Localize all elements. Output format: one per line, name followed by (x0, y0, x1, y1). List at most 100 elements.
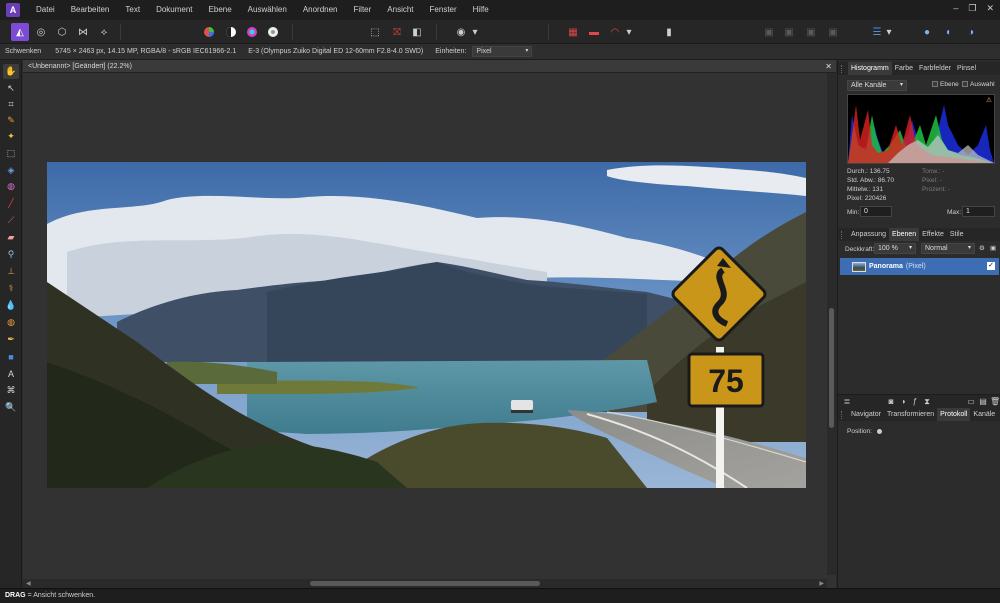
close-window-button[interactable]: ✕ (986, 3, 994, 14)
auto-levels-icon[interactable] (200, 23, 218, 41)
quick-mask-icon[interactable]: ◉ (452, 23, 470, 41)
delete-layer-icon[interactable]: 🗑 (990, 397, 1000, 407)
close-document-icon[interactable]: ✕ (825, 60, 832, 73)
snapping-dropdown-icon[interactable]: ▾ (624, 23, 634, 41)
history-position-slider[interactable] (876, 428, 882, 434)
develop-persona-icon[interactable]: ⬡ (53, 23, 71, 41)
horizontal-scroll-thumb[interactable] (310, 581, 540, 586)
flood-fill-tool-icon[interactable]: ◈ (3, 163, 19, 178)
tone-mapping-persona-icon[interactable]: ⋈ (74, 23, 92, 41)
zoom-tool-icon[interactable]: 🔍 (3, 400, 19, 415)
live-filter-icon[interactable]: ⧗ (922, 397, 932, 407)
tab-farbe[interactable]: Farbe (892, 62, 916, 75)
liquify-persona-icon[interactable]: ◎ (32, 23, 50, 41)
marquee-selection-icon[interactable]: ⬚ (366, 23, 384, 41)
paint-brush-tool-icon[interactable]: ╱ (3, 196, 19, 211)
quick-mask-dropdown-icon[interactable]: ▾ (470, 23, 480, 41)
menu-fenster[interactable]: Fenster (422, 0, 465, 20)
menu-datei[interactable]: Datei (28, 0, 63, 20)
layer-row-panorama[interactable]: Panorama (Pixel) ✓ (840, 258, 999, 275)
min-input[interactable]: 0 (860, 206, 892, 217)
channel-select[interactable]: Alle Kanäle (847, 80, 907, 91)
tab-protokoll[interactable]: Protokoll (937, 408, 971, 421)
erase-tool-icon[interactable]: ▰ (3, 230, 19, 245)
max-input[interactable]: 1 (962, 206, 995, 217)
new-group-icon[interactable]: ▭ (966, 397, 976, 407)
magnet-icon[interactable]: ◠ (606, 23, 624, 41)
horizontal-scrollbar[interactable]: ◀ ▶ (23, 579, 827, 588)
effects-icon[interactable]: ƒ (910, 397, 920, 407)
auto-colors-icon[interactable] (243, 23, 261, 41)
text-tool-icon[interactable]: A (3, 366, 19, 381)
rectangular-marquee-tool-icon[interactable]: ⬚ (3, 146, 19, 161)
tab-transformieren[interactable]: Transformieren (884, 408, 937, 421)
mask-layer-icon[interactable]: ◙ (886, 397, 896, 407)
assistant-icon[interactable]: ▦ (564, 23, 582, 41)
arrange-back-icon[interactable]: ▣ (760, 23, 778, 41)
export-persona-icon[interactable]: ⟡ (95, 23, 113, 41)
vertical-scrollbar[interactable] (827, 73, 836, 575)
restore-button[interactable]: ❐ (968, 3, 976, 14)
crop-tool-icon[interactable]: ⌗ (3, 97, 19, 112)
menu-text[interactable]: Text (117, 0, 148, 20)
layer-visibility-checkbox[interactable]: ✓ (987, 262, 995, 270)
tab-farbfelder[interactable]: Farbfelder (916, 62, 954, 75)
tab-anpassung[interactable]: Anpassung (848, 228, 889, 241)
menu-filter[interactable]: Filter (346, 0, 380, 20)
auto-white-balance-icon[interactable] (264, 23, 282, 41)
color-picker-tool-icon[interactable]: ✎ (3, 113, 19, 128)
tab-kanaele[interactable]: Kanäle (970, 408, 998, 421)
blend-mode-select[interactable]: Normal (921, 243, 975, 254)
color-replacement-tool-icon[interactable]: ⟋ (3, 213, 19, 228)
move-tool-icon[interactable]: ↖ (3, 81, 19, 96)
photo-persona-icon[interactable]: ◭ (11, 23, 29, 41)
gradient-tool-icon[interactable]: ◍ (3, 179, 19, 194)
hand-tool-icon[interactable]: ✋ (3, 64, 19, 79)
selection-brush-tool-icon[interactable]: ✦ (3, 129, 19, 144)
layer-lock-icon[interactable]: ▣ (990, 244, 996, 252)
layer-checkbox[interactable]: Ebene (932, 81, 959, 88)
deselect-icon[interactable]: ⛝ (388, 23, 406, 41)
tab-histogramm[interactable]: Histogramm (848, 62, 892, 75)
macro-icon[interactable]: ▮ (660, 23, 678, 41)
boolean-add-icon[interactable]: ● (918, 23, 936, 41)
arrange-front-icon[interactable]: ▣ (824, 23, 842, 41)
invert-selection-icon[interactable]: ◧ (408, 23, 426, 41)
tab-effekte[interactable]: Effekte (919, 228, 947, 241)
tab-stile[interactable]: Stile (947, 228, 967, 241)
menu-auswaehlen[interactable]: Auswählen (240, 0, 295, 20)
auto-contrast-icon[interactable] (222, 23, 240, 41)
clone-tool-icon[interactable]: ⊥ (3, 264, 19, 279)
tab-pinsel[interactable]: Pinsel (954, 62, 979, 75)
opacity-select[interactable]: 100 % (874, 243, 916, 254)
document-tab[interactable]: <Unbenannt> [Geändert] (22.2%) ✕ (23, 60, 836, 73)
menu-bearbeiten[interactable]: Bearbeiten (63, 0, 118, 20)
scroll-right-icon[interactable]: ▶ (819, 580, 824, 587)
tab-navigator[interactable]: Navigator (848, 408, 884, 421)
tab-ebenen[interactable]: Ebenen (889, 228, 920, 241)
menu-hilfe[interactable]: Hilfe (465, 0, 497, 20)
menu-dokument[interactable]: Dokument (148, 0, 200, 20)
boolean-subtract-icon[interactable]: ◐ (940, 23, 958, 41)
adjustment-layer-icon[interactable]: ◑ (898, 397, 908, 407)
menu-ebene[interactable]: Ebene (201, 0, 240, 20)
align-dropdown-icon[interactable]: ▾ (884, 23, 894, 41)
new-layer-icon[interactable]: ▤ (978, 397, 988, 407)
mesh-warp-tool-icon[interactable]: ⌘ (3, 383, 19, 398)
vertical-scroll-thumb[interactable] (829, 308, 834, 428)
layer-settings-icon[interactable]: ⚙ (979, 244, 985, 252)
scroll-left-icon[interactable]: ◀ (26, 580, 31, 587)
blur-tool-icon[interactable]: 💧 (3, 298, 19, 313)
image-canvas[interactable]: 75 (47, 162, 806, 488)
boolean-intersect-icon[interactable]: ◑ (962, 23, 980, 41)
selection-checkbox[interactable]: Auswahl (962, 81, 995, 88)
snapping-icon[interactable]: ▬ (585, 23, 603, 41)
layer-stack-icon[interactable]: ≣ (842, 397, 852, 407)
healing-brush-tool-icon[interactable]: ⚕ (3, 281, 19, 296)
app-logo-icon[interactable]: A (6, 3, 20, 17)
menu-anordnen[interactable]: Anordnen (295, 0, 346, 20)
units-select[interactable]: Pixel (472, 46, 533, 57)
rectangle-tool-icon[interactable]: ■ (3, 349, 19, 364)
red-eye-tool-icon[interactable]: ◍ (3, 315, 19, 330)
arrange-backward-icon[interactable]: ▣ (780, 23, 798, 41)
